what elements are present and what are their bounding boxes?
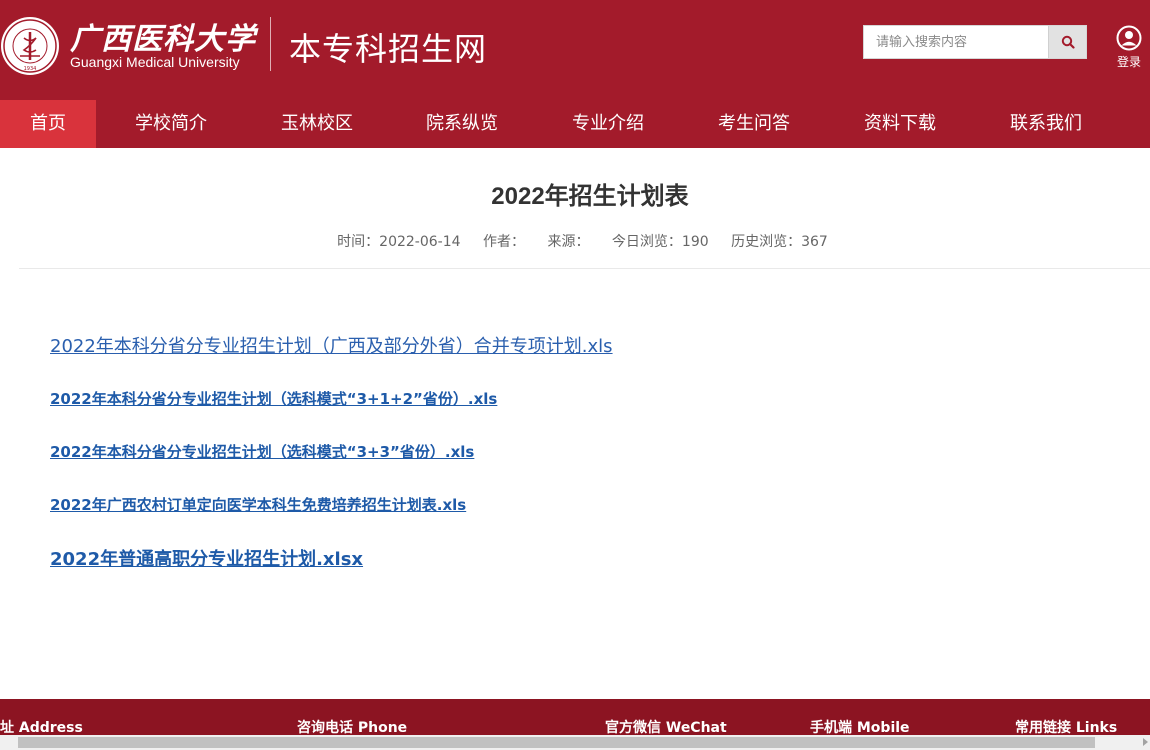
article-meta: 时间：2022-06-14 作者： 来源： 今日浏览：190 历史浏览：367 [0,231,1150,251]
search-icon [1061,35,1075,49]
nav-item-faq[interactable]: 考生问答 [680,100,828,148]
meta-source: 来源： [547,234,590,250]
nav-item-downloads[interactable]: 资料下载 [828,100,972,148]
footer-links-heading: 常用链接 Links [1015,720,1118,736]
attachment-link[interactable]: 2022年本科分省分专业招生计划（选科模式“3+3”省份）.xls [50,441,474,462]
scrollbar-thumb[interactable] [18,737,1095,748]
search-box [863,25,1087,59]
site-header: 1934 广西医科大学 Guangxi Medical University 本… [0,0,1150,100]
login-label: 登录 [1116,55,1141,69]
content-divider [19,268,1150,269]
nav-item-contact[interactable]: 联系我们 [972,100,1120,148]
nav-item-home[interactable]: 首页 [0,100,96,148]
attachment-link[interactable]: 2022年普通高职分专业招生计划.xlsx [50,545,363,571]
user-icon [1116,25,1142,51]
university-name-en[interactable]: Guangxi Medical University [70,54,240,70]
footer-address-heading: 地址 Address [0,720,83,736]
meta-author: 作者： [483,234,525,250]
login-button[interactable]: 登录 [1112,25,1146,69]
nav-item-departments[interactable]: 院系纵览 [388,100,536,148]
attachment-link[interactable]: 2022年广西农村订单定向医学本科生免费培养招生计划表.xls [50,494,466,515]
article-title: 2022年招生计划表 [491,183,689,210]
horizontal-scrollbar[interactable] [0,735,1150,750]
nav-item-yulin-campus[interactable]: 玉林校区 [246,100,388,148]
search-button[interactable] [1048,26,1086,58]
attachment-link[interactable]: 2022年本科分省分专业招生计划（选科模式“3+1+2”省份）.xls [50,388,497,409]
svg-text:1934: 1934 [24,66,37,72]
footer-mobile-heading: 手机端 Mobile [810,720,910,736]
meta-history-views: 历史浏览：367 [731,234,828,250]
footer-phone-heading: 咨询电话 Phone [297,720,408,736]
nav-item-about[interactable]: 学校简介 [96,100,246,148]
nav-item-majors[interactable]: 专业介绍 [536,100,680,148]
footer-wechat-heading: 官方微信 WeChat [605,720,727,736]
attachment-link[interactable]: 2022年本科分省分专业招生计划（广西及部分外省）合并专项计划.xls [50,332,613,358]
main-nav: 首页 学校简介 玉林校区 院系纵览 专业介绍 考生问答 资料下载 联系我们 [0,100,1150,148]
search-input[interactable] [864,26,1048,58]
site-title[interactable]: 本专科招生网 [289,24,487,70]
meta-time: 时间：2022-06-14 [337,234,461,250]
scroll-right-arrow-icon[interactable] [1143,738,1148,746]
meta-today-views: 今日浏览：190 [611,234,709,250]
university-seal-logo[interactable]: 1934 [0,10,62,80]
logo-divider [270,17,271,71]
university-name-cn[interactable]: 广西医科大学 [70,14,256,58]
